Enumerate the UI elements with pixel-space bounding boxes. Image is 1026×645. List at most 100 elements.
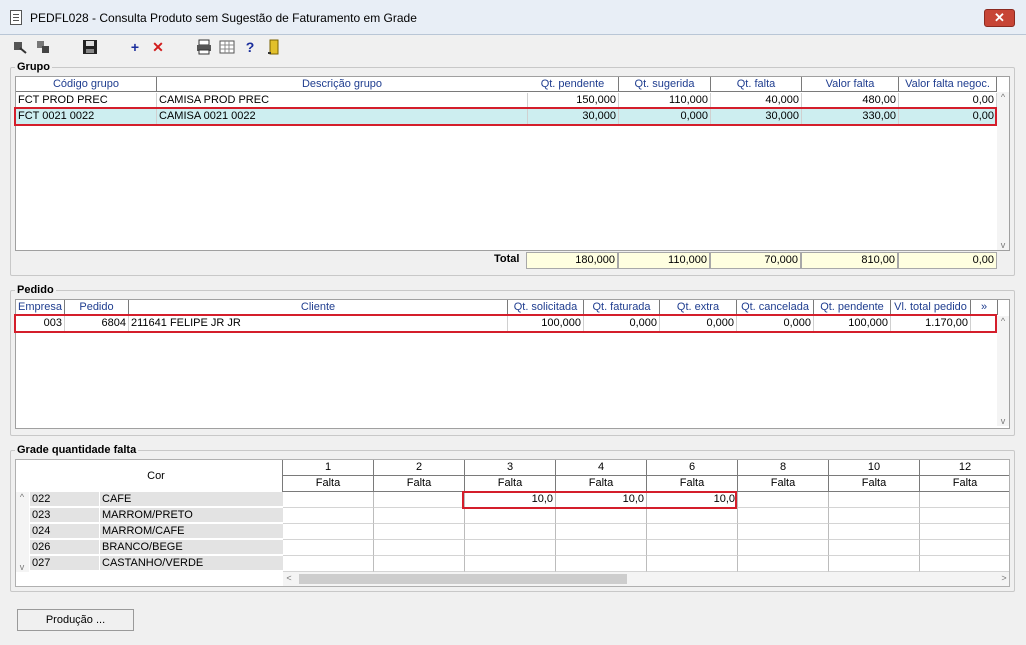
pedido-cell[interactable]: 6804 [65,316,129,332]
falta-cell[interactable] [465,524,556,540]
grupo-cell[interactable]: 330,00 [802,109,899,125]
pedido-header[interactable]: » [971,300,998,315]
falta-cell[interactable] [283,508,374,524]
falta-cell[interactable] [920,492,1009,508]
grade-table[interactable]: Cor 1 Falta 2 Falta 3 Falta 4 Falta 6 Falta 8 Falta 1… [15,459,1010,587]
falta-cell[interactable] [829,524,920,540]
pedido-header[interactable]: Empresa [16,300,65,315]
pedido-header[interactable]: Qt. cancelada [737,300,814,315]
pedido-table[interactable]: Empresa Pedido Cliente Qt. solicitada Qt. fa… [15,299,1010,429]
pedido-cell[interactable]: 0,000 [584,316,660,332]
falta-cell[interactable] [920,556,1009,572]
cor-name[interactable]: MARROM/PRETO [100,508,283,523]
cor-code[interactable]: 023 [30,508,100,523]
cor-code[interactable]: 026 [30,540,100,555]
filter-clear-icon[interactable] [35,39,51,55]
falta-cell[interactable] [920,508,1009,524]
falta-cell[interactable] [374,556,465,572]
scroll-down-icon[interactable]: v [997,416,1009,426]
pedido-cell[interactable]: 100,000 [508,316,584,332]
scroll-up-icon[interactable]: ^ [16,492,28,502]
cor-code[interactable]: 024 [30,524,100,539]
falta-cell[interactable] [829,508,920,524]
grupo-header[interactable]: Valor falta negoc. [899,77,997,92]
falta-cell[interactable] [283,540,374,556]
falta-cell[interactable] [374,540,465,556]
pedido-vscroll[interactable]: ^ v [997,316,1009,426]
falta-cell[interactable] [738,556,829,572]
pedido-cell[interactable]: 1.170,00 [891,316,971,332]
falta-cell[interactable] [374,492,465,508]
pedido-header[interactable]: Qt. faturada [584,300,660,315]
grupo-vscroll[interactable]: ^ v [997,92,1009,250]
scroll-down-icon[interactable]: v [997,240,1009,250]
pedido-cell[interactable]: 0,000 [660,316,737,332]
grid-icon[interactable] [219,39,235,55]
scroll-right-icon[interactable]: > [998,573,1009,583]
producao-button[interactable]: Produção ... [17,609,134,631]
delete-icon[interactable]: ✕ [150,39,166,55]
help-icon[interactable]: ? [242,39,258,55]
pedido-header[interactable]: Pedido [65,300,129,315]
grupo-cell[interactable]: FCT PROD PREC [16,93,157,109]
falta-cell[interactable] [647,508,738,524]
falta-cell[interactable] [556,508,647,524]
grupo-cell[interactable]: 150,000 [527,93,619,109]
pedido-header[interactable]: Vl. total pedido [891,300,971,315]
falta-cell[interactable] [829,492,920,508]
hscroll-thumb[interactable] [299,574,627,584]
falta-cell[interactable] [829,556,920,572]
falta-cell[interactable] [647,524,738,540]
falta-cell[interactable] [647,540,738,556]
falta-cell[interactable] [556,524,647,540]
falta-cell[interactable] [738,524,829,540]
grupo-cell[interactable]: CAMISA 0021 0022 [157,109,528,125]
cor-code[interactable]: 027 [30,556,100,571]
falta-cell[interactable] [556,556,647,572]
falta-cell[interactable]: 10,0 [647,492,738,508]
pedido-cell[interactable]: 003 [16,316,65,332]
falta-cell[interactable] [920,524,1009,540]
grupo-cell[interactable]: 0,00 [899,93,997,109]
scroll-up-icon[interactable]: ^ [997,92,1009,102]
scroll-left-icon[interactable]: < [283,573,295,583]
falta-cell[interactable] [465,508,556,524]
falta-cell[interactable] [738,492,829,508]
grade-vscroll[interactable]: ^ v [16,492,29,572]
cor-code[interactable]: 022 [30,492,100,507]
falta-cell[interactable] [374,524,465,540]
scroll-up-icon[interactable]: ^ [997,316,1009,326]
grupo-cell[interactable]: 30,000 [711,109,802,125]
pedido-cell[interactable]: 100,000 [814,316,891,332]
grupo-cell[interactable]: 110,000 [619,93,711,109]
falta-cell[interactable] [283,556,374,572]
cor-name[interactable]: MARROM/CAFE [100,524,283,539]
falta-cell[interactable] [283,492,374,508]
cor-name[interactable]: CASTANHO/VERDE [100,556,283,571]
pedido-header[interactable]: Cliente [129,300,508,315]
falta-cell[interactable]: 10,0 [556,492,647,508]
falta-cell[interactable] [738,540,829,556]
grupo-table[interactable]: Código grupo Descrição grupo Qt. pendente Q… [15,76,1010,251]
cor-name[interactable]: CAFE [100,492,283,507]
falta-cell[interactable] [738,508,829,524]
grupo-header[interactable]: Valor falta [802,77,899,92]
grupo-header[interactable]: Qt. sugerida [619,77,711,92]
grupo-header[interactable]: Código grupo [16,77,157,92]
close-button[interactable]: ✕ [984,9,1015,27]
add-icon[interactable]: + [127,39,143,55]
filter-icon[interactable] [12,39,28,55]
falta-cell[interactable] [465,556,556,572]
falta-cell[interactable] [647,556,738,572]
grupo-header[interactable]: Descrição grupo [157,77,528,92]
falta-cell[interactable] [920,540,1009,556]
print-icon[interactable] [196,39,212,55]
scroll-down-icon[interactable]: v [16,562,28,572]
grade-hscroll[interactable]: < > [283,572,1009,586]
grupo-cell[interactable]: 40,000 [711,93,802,109]
pedido-header[interactable]: Qt. solicitada [508,300,584,315]
grupo-cell[interactable]: 30,000 [527,109,619,125]
grupo-cell[interactable]: 0,000 [619,109,711,125]
falta-cell[interactable] [465,540,556,556]
cor-name[interactable]: BRANCO/BEGE [100,540,283,555]
